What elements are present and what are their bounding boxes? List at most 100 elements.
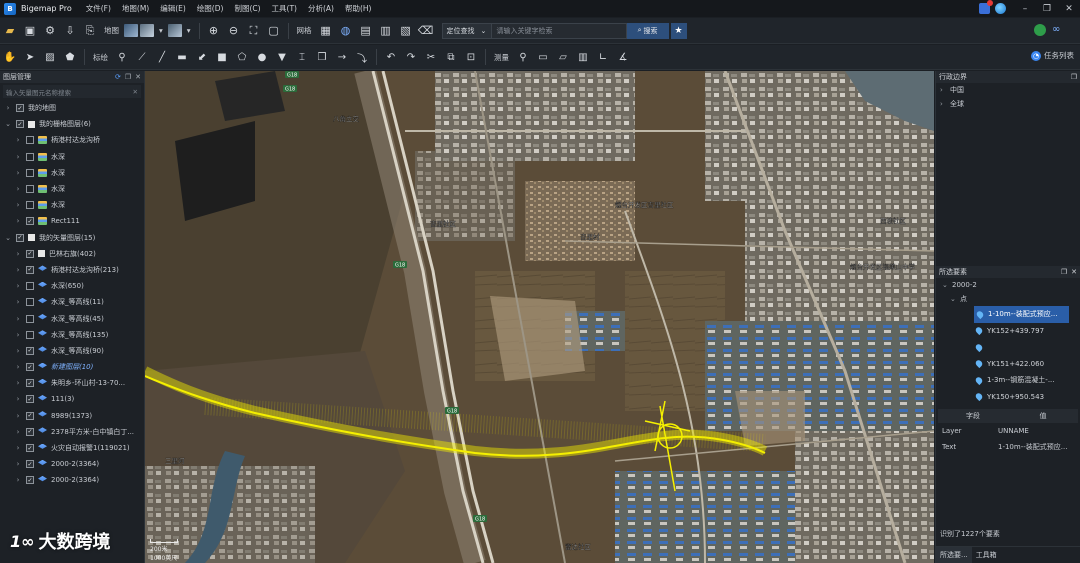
layer-checkbox[interactable]: ✓ xyxy=(26,427,34,436)
undo-icon[interactable]: ↶ xyxy=(382,48,400,66)
layer-row[interactable]: ⌄ ✓ 我的栅格图层(6) xyxy=(0,116,144,132)
layer-checkbox[interactable] xyxy=(26,330,34,339)
location-select[interactable]: 定位查找 ⌄ xyxy=(441,22,492,39)
satellite-map[interactable]: 八角立交吉里社区 烟台开发区吉里社区吉里村 西坡社区烟台开发区福莱山中学富达社区 三里… xyxy=(145,71,934,563)
angle-icon[interactable]: ∟ xyxy=(594,48,612,66)
chevron-down-icon[interactable]: ▾ xyxy=(159,26,163,35)
wechat-icon[interactable] xyxy=(1034,24,1046,36)
chevron-down-icon[interactable]: ⌄ xyxy=(4,234,12,242)
selected-feature-item[interactable]: 1-10m--装配式预应... xyxy=(974,306,1069,323)
chevron-right-icon[interactable]: › xyxy=(14,153,22,161)
text-line-icon[interactable]: ⌶ xyxy=(293,48,311,66)
layer-row[interactable]: › 水深(650) xyxy=(0,278,144,294)
polyline-icon[interactable]: ⟋ xyxy=(133,48,151,66)
layer-row[interactable]: › ✓ 8989(1373) xyxy=(0,408,144,424)
export-icon[interactable]: ⎘ xyxy=(81,22,99,40)
clear-search-icon[interactable]: ✕ xyxy=(133,88,138,96)
menu-item[interactable]: 帮助(H) xyxy=(345,3,372,14)
chevron-right-icon[interactable]: › xyxy=(14,395,22,403)
layer-row[interactable]: › 水深 xyxy=(0,181,144,197)
mapsheet-grid-icon[interactable]: ▤ xyxy=(357,22,375,40)
clear-icon[interactable]: ⌫ xyxy=(417,22,435,40)
menu-item[interactable]: 文件(F) xyxy=(86,3,111,14)
overlay-map-icon[interactable] xyxy=(167,24,182,37)
layer-row[interactable]: › ✓ 2000-2(3364) xyxy=(0,472,144,488)
chevron-right-icon[interactable]: › xyxy=(14,169,22,177)
chevron-right-icon[interactable]: › xyxy=(4,104,12,112)
location-pin-icon[interactable]: ⚲ xyxy=(514,48,532,66)
chevron-right-icon[interactable]: › xyxy=(14,460,22,468)
distance-icon[interactable]: ▭ xyxy=(534,48,552,66)
chevron-right-icon[interactable]: › xyxy=(14,201,22,209)
map-view[interactable]: 八角立交 吉里社区 烟台开发区吉里社区 吉里村 西坡社区 烟台开发区福莱山中学 富达社区 三里… xyxy=(145,71,934,563)
layer-row[interactable]: › 柄港村达龙沟桥 xyxy=(0,132,144,148)
selected-feature-item[interactable]: YK150+950.543 xyxy=(936,389,1080,406)
split-icon[interactable]: ⧉ xyxy=(442,48,460,66)
layer-checkbox[interactable]: ✓ xyxy=(26,346,34,355)
layer-row[interactable]: › 水深_等高线(11) xyxy=(0,294,144,310)
chevron-right-icon[interactable]: › xyxy=(14,444,22,452)
arrow-right-icon[interactable]: → xyxy=(333,48,351,66)
layer-checkbox[interactable]: ✓ xyxy=(26,444,34,453)
chevron-right-icon[interactable]: › xyxy=(14,331,22,339)
settings-icon[interactable]: ⚙ xyxy=(41,22,59,40)
admin-item-china[interactable]: › 中国 xyxy=(936,83,1080,97)
zoom-out-icon[interactable]: ⊖ xyxy=(225,22,243,40)
download-icon[interactable]: ⇩ xyxy=(61,22,79,40)
layer-row[interactable]: › ✓ 2000-2(3364) xyxy=(0,456,144,472)
menu-item[interactable]: 工具(T) xyxy=(272,3,297,14)
menu-item[interactable]: 编辑(E) xyxy=(160,3,186,14)
redo-icon[interactable]: ↷ xyxy=(402,48,420,66)
layer-checkbox[interactable] xyxy=(26,282,34,291)
chevron-right-icon[interactable]: › xyxy=(14,136,22,144)
layer-row[interactable]: › 水深 xyxy=(0,149,144,165)
grid-icon[interactable]: ▦ xyxy=(317,22,335,40)
minimize-button[interactable]: – xyxy=(1014,4,1036,14)
image-icon[interactable]: ▨ xyxy=(41,48,59,66)
layer-checkbox[interactable] xyxy=(26,201,34,210)
float-window-icon[interactable]: ❐ xyxy=(1061,268,1067,276)
area-icon[interactable]: ▱ xyxy=(554,48,572,66)
layer-row[interactable]: › ✓ 水深_等高线(90) xyxy=(0,343,144,359)
maximize-button[interactable]: ❐ xyxy=(1036,4,1058,14)
task-list-button[interactable]: ◔ 任务列表 xyxy=(1031,50,1074,61)
refresh-icon[interactable]: ⟳ xyxy=(115,73,121,81)
menu-item[interactable]: 分析(A) xyxy=(308,3,334,14)
link-icon[interactable]: ∞ xyxy=(1052,24,1066,36)
frame-icon[interactable]: ▢ xyxy=(265,22,283,40)
chevron-right-icon[interactable]: › xyxy=(14,315,22,323)
menu-item[interactable]: 地图(M) xyxy=(122,3,149,14)
open-folder-icon[interactable]: ▰ xyxy=(1,22,19,40)
chevron-right-icon[interactable]: › xyxy=(14,185,22,193)
tab-toolbox[interactable]: 工具箱 xyxy=(972,547,1001,563)
chevron-right-icon[interactable]: › xyxy=(14,476,22,484)
arrow-shape-icon[interactable]: ⬋ xyxy=(193,48,211,66)
layer-checkbox[interactable]: ✓ xyxy=(16,104,24,113)
layer-checkbox[interactable]: ✓ xyxy=(26,460,34,469)
layer-checkbox[interactable]: ✓ xyxy=(16,120,24,129)
close-panel-icon[interactable]: ✕ xyxy=(135,73,141,81)
message-icon[interactable] xyxy=(979,0,993,14)
chevron-right-icon[interactable]: › xyxy=(14,428,22,436)
selected-feature-item[interactable] xyxy=(936,339,1080,356)
property-row[interactable]: Layer UNNAME xyxy=(938,423,1078,439)
selected-feature-item[interactable]: YK152+439.797 xyxy=(936,323,1080,340)
chevron-right-icon[interactable]: › xyxy=(14,250,22,258)
chevron-down-icon[interactable]: ⌄ xyxy=(4,120,12,128)
layout-icon[interactable]: ▧ xyxy=(397,22,415,40)
curve-icon[interactable]: ⤵ xyxy=(353,48,371,66)
line-icon[interactable]: ╱ xyxy=(153,48,171,66)
property-row[interactable]: Text 1-10m--装配式预应... xyxy=(938,439,1078,455)
float-window-icon[interactable]: ❐ xyxy=(125,73,131,81)
chevron-right-icon[interactable]: › xyxy=(14,282,22,290)
funnel-icon[interactable]: ▼ xyxy=(273,48,291,66)
tree-root[interactable]: ⌄ 2000-2 xyxy=(936,278,1080,292)
chevron-right-icon[interactable]: › xyxy=(14,298,22,306)
utm-grid-icon[interactable]: ◍ xyxy=(337,22,355,40)
favorite-star-icon[interactable]: ★ xyxy=(670,22,687,39)
layer-checkbox[interactable]: ✓ xyxy=(26,249,34,258)
layer-row[interactable]: › ✓ 新建图层(10) xyxy=(0,359,144,375)
layer-row[interactable]: › ✓ 朱明乡-环山村-13-70... xyxy=(0,375,144,391)
layer-checkbox[interactable]: ✓ xyxy=(16,233,24,242)
merge-icon[interactable]: ⊡ xyxy=(462,48,480,66)
